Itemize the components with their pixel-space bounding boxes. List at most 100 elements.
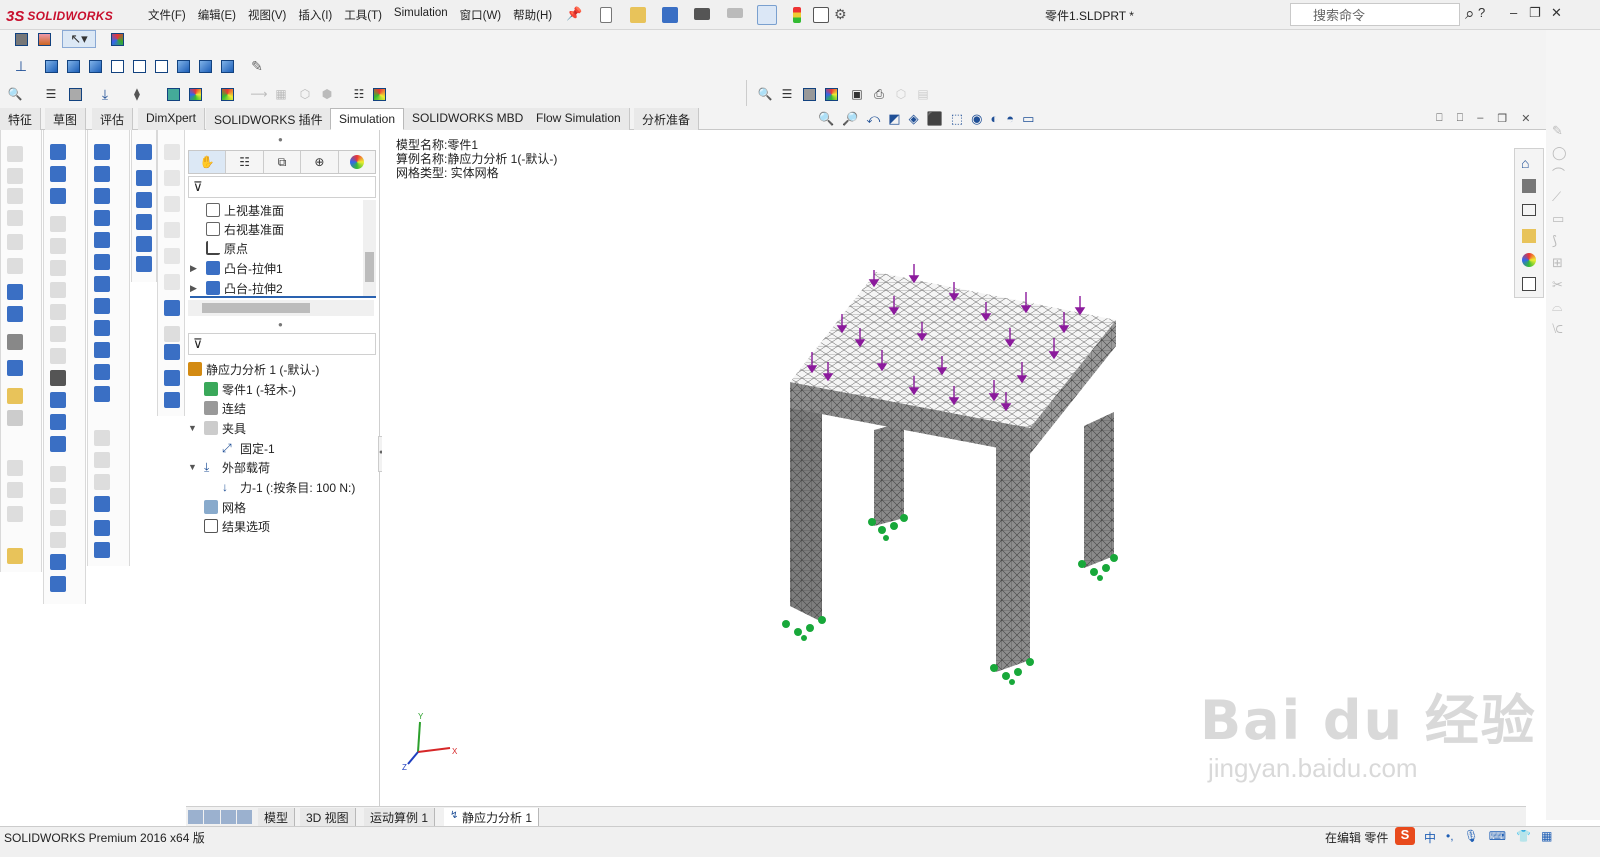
- menu-view[interactable]: 视图(V): [248, 7, 286, 23]
- study-icon[interactable]: [7, 146, 23, 162]
- menu-file[interactable]: 文件(F): [148, 7, 186, 23]
- dimetric-view-icon[interactable]: [218, 57, 236, 75]
- sketch-toolbar-icon[interactable]: [12, 30, 30, 48]
- study-item-mesh[interactable]: 网格: [204, 498, 246, 516]
- blue-tool-18-icon[interactable]: [94, 496, 110, 512]
- blue-tool-14-icon[interactable]: [94, 320, 110, 336]
- report-icon[interactable]: [7, 360, 23, 376]
- blue-tool-12-icon[interactable]: [94, 276, 110, 292]
- tab-solidworks-mbd[interactable]: SOLIDWORKS MBD: [404, 108, 533, 130]
- file-explorer-icon[interactable]: [1522, 204, 1536, 216]
- isometric-view-icon[interactable]: [174, 57, 192, 75]
- probe-icon[interactable]: 🔍: [756, 85, 774, 103]
- export-icon[interactable]: [7, 506, 23, 522]
- print-icon[interactable]: [694, 8, 710, 20]
- export-icon[interactable]: ▤: [914, 85, 932, 103]
- gray-tool-9-icon[interactable]: [50, 488, 66, 504]
- help-button[interactable]: ?: [1478, 5, 1485, 20]
- collapse-caret-icon[interactable]: ▼: [188, 462, 197, 472]
- study-item-connections[interactable]: 连结: [204, 399, 246, 417]
- deformed-result-icon[interactable]: ⟶: [250, 85, 268, 103]
- left-view-icon[interactable]: [86, 57, 104, 75]
- blue-tool-17-icon[interactable]: [94, 386, 110, 402]
- design-insight-icon[interactable]: ⬡: [296, 85, 314, 103]
- file-properties-icon[interactable]: [813, 7, 829, 23]
- view-settings-icon[interactable]: ▭: [1022, 111, 1034, 127]
- study-filter-icon[interactable]: ⊽: [188, 333, 376, 355]
- previous-view-icon[interactable]: ⤺: [866, 111, 880, 127]
- blue-tool-30-icon[interactable]: [164, 392, 180, 408]
- stress-plot-icon[interactable]: [822, 85, 840, 103]
- blue-tool-10-icon[interactable]: [94, 232, 110, 248]
- design-library-icon[interactable]: [1522, 179, 1536, 193]
- close-button[interactable]: ✕: [1551, 5, 1562, 21]
- mesh-icon[interactable]: [800, 85, 818, 103]
- menu-help[interactable]: 帮助(H): [513, 7, 552, 23]
- animate-icon[interactable]: ⬡: [892, 85, 910, 103]
- study-item-external-loads[interactable]: ⤓ 外部载荷: [204, 458, 270, 476]
- viewport-expand-icon[interactable]: ⎕: [1457, 112, 1464, 125]
- blue-tool-8-icon[interactable]: [94, 188, 110, 204]
- ime-chinese-icon[interactable]: 中: [1424, 829, 1436, 846]
- rebuild-icon[interactable]: [793, 7, 801, 23]
- study-item-part[interactable]: 零件1 (-轻木-): [204, 380, 296, 398]
- edit-appearance-icon[interactable]: ◐: [990, 111, 998, 127]
- result-icon[interactable]: [7, 306, 23, 322]
- gray-tool-21-icon[interactable]: [164, 326, 180, 342]
- gray-tool-6-icon[interactable]: [50, 326, 66, 342]
- blue-tool-25-icon[interactable]: [136, 236, 152, 252]
- tree-item-origin[interactable]: 原点: [206, 239, 248, 257]
- ruler-icon[interactable]: [7, 548, 23, 564]
- menu-simulation[interactable]: Simulation: [394, 7, 448, 23]
- appearance-icon[interactable]: [108, 30, 126, 48]
- smart-dimension-icon[interactable]: [35, 30, 53, 48]
- blue-tool-5-icon[interactable]: [50, 576, 66, 592]
- download-icon[interactable]: [50, 188, 66, 204]
- open-folder-icon[interactable]: [630, 7, 646, 23]
- blue-tool-29-icon[interactable]: [164, 370, 180, 386]
- ime-skin-icon[interactable]: 👕: [1516, 829, 1531, 846]
- viewport-restore-icon[interactable]: ❐: [1497, 112, 1507, 125]
- shell-manager-icon[interactable]: [164, 85, 182, 103]
- normal-to-icon[interactable]: ⊥: [12, 57, 30, 75]
- display-manager-tab-icon[interactable]: [339, 151, 375, 173]
- load-icon[interactable]: [7, 234, 23, 250]
- blue-tool-21-icon[interactable]: [136, 144, 152, 160]
- tree-item-right-plane[interactable]: 右视基准面: [206, 220, 284, 238]
- pin-icon[interactable]: 📌: [566, 6, 582, 22]
- blue-tool-4-icon[interactable]: [50, 554, 66, 570]
- blue-tool-7-icon[interactable]: [94, 166, 110, 182]
- gray-tool-1-icon[interactable]: [50, 216, 66, 232]
- dynamic-annotation-icon[interactable]: ◈: [909, 111, 919, 127]
- front-view-icon[interactable]: [42, 57, 60, 75]
- home-icon[interactable]: ⌂: [1521, 155, 1529, 171]
- gray-tool-10-icon[interactable]: [50, 510, 66, 526]
- blue-tool-20-icon[interactable]: [94, 542, 110, 558]
- compare-icon[interactable]: [7, 334, 23, 350]
- apply-scene-icon[interactable]: ◓: [1006, 111, 1014, 127]
- prev-tab-icon[interactable]: [204, 810, 220, 824]
- connections-advisor-icon[interactable]: ⧫: [128, 85, 146, 103]
- menu-tools[interactable]: 工具(T): [344, 7, 382, 23]
- tab-features[interactable]: 特征: [0, 108, 42, 130]
- appearances-icon[interactable]: [1522, 253, 1536, 267]
- trimetric-view-icon[interactable]: [196, 57, 214, 75]
- gray-tool-11-icon[interactable]: [50, 532, 66, 548]
- gray-tool-20-icon[interactable]: [164, 274, 180, 290]
- blue-tool-11-icon[interactable]: [94, 254, 110, 270]
- splitter-dot-top[interactable]: ●: [278, 135, 283, 144]
- new-document-icon[interactable]: [600, 7, 612, 23]
- tab-evaluate[interactable]: 评估: [92, 108, 134, 130]
- property-manager-tab-icon[interactable]: ☷: [226, 151, 264, 173]
- gray-tool-18-icon[interactable]: [164, 222, 180, 238]
- right-view-icon[interactable]: [108, 57, 126, 75]
- trend-icon[interactable]: [7, 460, 23, 476]
- ime-mic-icon[interactable]: 🎙: [1464, 829, 1479, 846]
- plot-tools-icon[interactable]: ⬢: [318, 85, 336, 103]
- magnet-icon[interactable]: [50, 144, 66, 160]
- gray-tool-3-icon[interactable]: [50, 260, 66, 276]
- gray-tool-8-icon[interactable]: [50, 466, 66, 482]
- ime-tools-icon[interactable]: ▦: [1541, 829, 1552, 846]
- configuration-manager-tab-icon[interactable]: ⧉: [264, 151, 302, 173]
- blue-tool-16-icon[interactable]: [94, 364, 110, 380]
